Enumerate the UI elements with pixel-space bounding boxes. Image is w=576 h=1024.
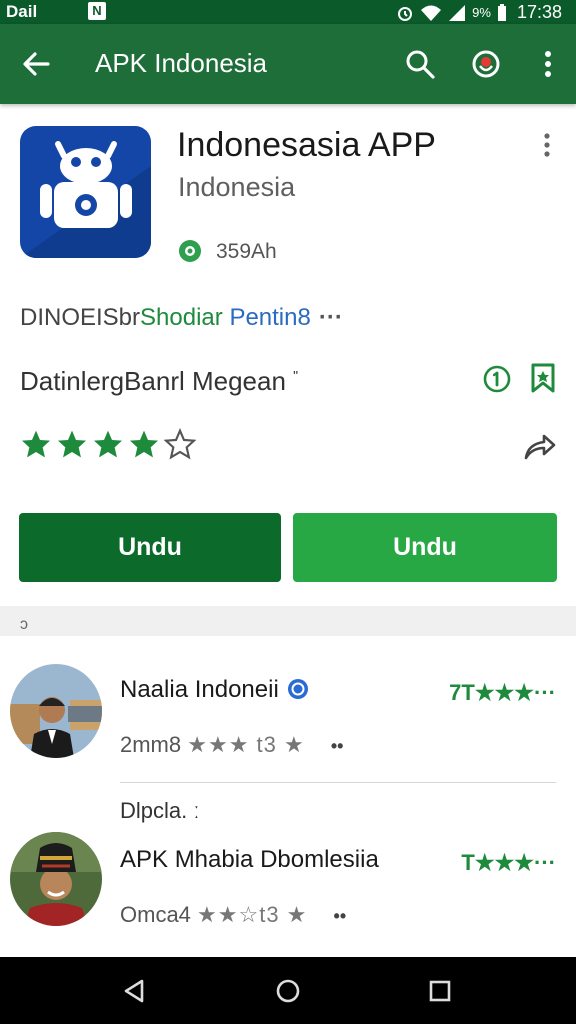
star-filled-icon <box>94 430 122 458</box>
star-filled-icon <box>58 430 86 458</box>
section-divider: ɔ <box>0 606 576 636</box>
app-size: 359Ah <box>216 240 277 263</box>
bookmark-icon[interactable] <box>528 362 558 394</box>
review-more[interactable]: •• <box>334 906 347 926</box>
tag-label[interactable]: Pentin8 <box>229 304 310 331</box>
avatar[interactable] <box>10 664 102 758</box>
reviewer-name-text: APK Mhabia Dbomlesiia <box>120 846 379 873</box>
battery-percent: 9% <box>472 5 491 20</box>
download-size-icon <box>179 240 201 262</box>
app-icon[interactable] <box>20 126 151 258</box>
review-meta-stars: ★★☆t3 ★ <box>197 902 308 927</box>
divider <box>120 782 556 783</box>
avatar[interactable] <box>10 832 102 926</box>
app-title: Indonesasia APP <box>177 126 436 164</box>
install-button-primary[interactable]: Undu <box>19 513 281 582</box>
review-item[interactable]: APK Mhabia Dbomlesiia T★★★··· Omca4 ★★☆t… <box>0 828 576 956</box>
battery-icon <box>497 3 506 21</box>
clock: 17:38 <box>516 2 562 22</box>
info-icon[interactable] <box>482 364 512 394</box>
tags-more[interactable]: ··· <box>319 304 343 331</box>
reviewer-name: APK Mhabia Dbomlesiia <box>120 846 379 874</box>
review-date: 2mm8 <box>120 732 182 757</box>
app-developer[interactable]: Indonesia <box>178 172 295 203</box>
section-label: Dlpcla. ː <box>120 798 200 823</box>
verified-icon <box>287 679 308 699</box>
review-rating: T★★★··· <box>461 850 556 875</box>
star-filled-icon <box>22 430 50 458</box>
nav-home-icon[interactable] <box>274 977 302 1005</box>
review-item[interactable]: Naalia Indoneii 7T★★★··· 2mm8 ★★★ t3 ★ •… <box>0 660 576 790</box>
app-category: DatinlergBanrl Megean " <box>20 366 298 397</box>
nav-back-icon[interactable] <box>120 977 148 1005</box>
review-meta: 2mm8 ★★★ t3 ★ •• <box>120 732 343 758</box>
review-meta: Omca4 ★★☆t3 ★ •• <box>120 902 346 928</box>
app-bar-title: APK Indonesia <box>95 48 268 78</box>
reviewer-name: Naalia Indoneii <box>120 676 309 704</box>
search-icon[interactable] <box>402 46 438 82</box>
reviewer-name-text: Naalia Indoneii <box>120 676 279 703</box>
back-arrow-icon[interactable] <box>18 46 54 82</box>
category-mark: " <box>293 367 299 384</box>
install-button-secondary[interactable]: Undu <box>293 513 557 582</box>
signal-icon <box>449 4 466 21</box>
review-more[interactable]: •• <box>331 736 344 756</box>
category-text: DatinlergBanrl Megean <box>20 366 286 396</box>
alarm-icon <box>398 6 413 21</box>
star-empty-icon <box>164 428 196 460</box>
mic-icon[interactable] <box>468 46 504 82</box>
system-nav-bar <box>0 957 576 1024</box>
carrier-text: Dail <box>6 2 38 21</box>
star-filled-icon <box>130 430 158 458</box>
app-tags: DINOEISbrShodiar Pentin8 ··· <box>20 304 343 332</box>
card-more-icon[interactable] <box>535 130 559 160</box>
more-vert-icon[interactable] <box>530 46 566 82</box>
tag-label[interactable]: DINOEISbr <box>20 304 140 331</box>
review-meta-stars: ★★★ t3 ★ <box>187 732 305 757</box>
notification-icon: N <box>88 2 106 20</box>
wifi-icon <box>421 5 442 21</box>
review-rating: 7T★★★··· <box>449 680 556 705</box>
reviewer-photo <box>10 664 102 758</box>
status-bar: Dail N 9% 17:38 <box>0 0 576 24</box>
reviewer-photo <box>10 832 102 926</box>
nav-recents-icon[interactable] <box>426 977 454 1005</box>
divider-mark: ɔ <box>20 616 28 633</box>
share-icon[interactable] <box>522 426 558 462</box>
android-robot-icon <box>20 141 151 258</box>
rating-stars <box>20 428 196 460</box>
app-bar: APK Indonesia <box>0 24 576 104</box>
tag-label[interactable]: Shodiar <box>140 304 223 331</box>
review-date: Omca4 <box>120 902 191 927</box>
